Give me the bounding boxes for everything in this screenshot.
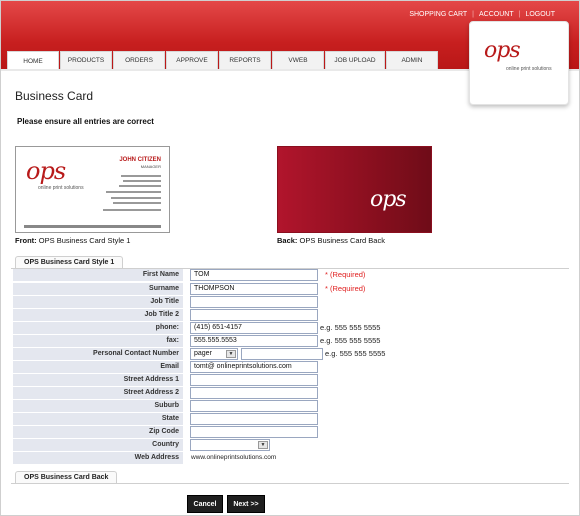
card-front-detail-line bbox=[103, 209, 161, 211]
street-1-input[interactable] bbox=[190, 374, 318, 386]
chevron-down-icon[interactable]: ▼ bbox=[258, 441, 268, 449]
card-front-detail-line bbox=[111, 197, 161, 199]
tab-products[interactable]: PRODUCTS bbox=[60, 51, 112, 69]
suburb-input[interactable] bbox=[190, 400, 318, 412]
personal-contact-example: e.g. 555 555 5555 bbox=[325, 349, 386, 358]
form-row-state: State bbox=[13, 413, 569, 425]
state-input[interactable] bbox=[190, 413, 318, 425]
form-row-surname: Surname THOMPSON * (Required) bbox=[13, 283, 569, 295]
form-row-street-1: Street Address 1 bbox=[13, 374, 569, 386]
job-title-input[interactable] bbox=[190, 296, 318, 308]
form-row-job-title-2: Job Title 2 bbox=[13, 309, 569, 321]
front-caption-prefix: Front: bbox=[15, 236, 37, 245]
card-front-footer-line bbox=[24, 225, 161, 228]
first-name-label: First Name bbox=[13, 269, 183, 281]
form-row-suburb: Suburb bbox=[13, 400, 569, 412]
form-row-street-2: Street Address 2 bbox=[13, 387, 569, 399]
card-front-logo: ops bbox=[26, 157, 66, 185]
tab-vweb[interactable]: VWEB bbox=[272, 51, 324, 69]
zip-label: Zip Code bbox=[13, 426, 183, 438]
web-address-label: Web Address bbox=[13, 452, 183, 464]
card-front-title: MANAGER bbox=[140, 164, 161, 169]
back-caption: Back: OPS Business Card Back bbox=[277, 236, 385, 245]
page-frame: SHOPPING CART | ACCOUNT | LOGOUT HOME PRODUC… bbox=[0, 0, 580, 516]
job-title-2-label: Job Title 2 bbox=[13, 309, 183, 321]
back-caption-prefix: Back: bbox=[277, 236, 298, 245]
surname-label: Surname bbox=[13, 283, 183, 295]
email-input[interactable]: tomt@ onlineprintsolutions.com bbox=[190, 361, 318, 373]
next-button[interactable]: Next >> bbox=[227, 495, 265, 513]
logo-mark: ops bbox=[484, 38, 521, 63]
fax-label: fax: bbox=[13, 335, 183, 347]
card-front-name: JOHN CITIZEN bbox=[119, 157, 161, 163]
personal-contact-label: Personal Contact Number bbox=[13, 348, 183, 360]
tab-admin[interactable]: ADMIN bbox=[386, 51, 438, 69]
first-name-input[interactable]: TOM bbox=[190, 269, 318, 281]
form-row-fax: fax: 555.555.5553 e.g. 555 555 5555 bbox=[13, 335, 569, 347]
section-tab-card-back[interactable]: OPS Business Card Back bbox=[15, 471, 118, 483]
business-card-back-preview: ops bbox=[277, 146, 432, 233]
form-row-first-name: First Name TOM * (Required) bbox=[13, 269, 569, 281]
shopping-cart-link[interactable]: SHOPPING CART bbox=[409, 11, 467, 18]
tab-job-upload[interactable]: JOB UPLOAD bbox=[325, 51, 385, 69]
front-caption-text: OPS Business Card Style 1 bbox=[38, 236, 131, 245]
job-title-2-input[interactable] bbox=[190, 309, 318, 321]
account-links: SHOPPING CART | ACCOUNT | LOGOUT bbox=[409, 11, 555, 18]
tab-orders[interactable]: ORDERS bbox=[113, 51, 165, 69]
country-select[interactable]: ▼ bbox=[190, 439, 270, 451]
web-address-value: www.onlineprintsolutions.com bbox=[191, 454, 277, 461]
phone-example: e.g. 555 555 5555 bbox=[320, 323, 381, 332]
zip-input[interactable] bbox=[190, 426, 318, 438]
form-row-email: Email tomt@ onlineprintsolutions.com bbox=[13, 361, 569, 373]
logout-link[interactable]: LOGOUT bbox=[525, 11, 555, 18]
first-name-required: * (Required) bbox=[325, 270, 366, 279]
country-label: Country bbox=[13, 439, 183, 451]
business-card-front-preview: ops online print solutions JOHN CITIZEN … bbox=[15, 146, 170, 233]
form-row-country: Country ▼ bbox=[13, 439, 569, 451]
card-front-detail-line bbox=[123, 180, 161, 182]
phone-label: phone: bbox=[13, 322, 183, 334]
account-link[interactable]: ACCOUNT bbox=[479, 11, 514, 18]
card-front-detail-line bbox=[119, 185, 161, 187]
state-label: State bbox=[13, 413, 183, 425]
front-caption: Front: OPS Business Card Style 1 bbox=[15, 236, 130, 245]
personal-contact-input[interactable] bbox=[241, 348, 323, 360]
card-front-detail-line bbox=[106, 191, 161, 193]
email-label: Email bbox=[13, 361, 183, 373]
tab-reports[interactable]: REPORTS bbox=[219, 51, 271, 69]
form-row-phone: phone: (415) 651-4157 e.g. 555 555 5555 bbox=[13, 322, 569, 334]
job-title-label: Job Title bbox=[13, 296, 183, 308]
contact-type-select[interactable]: pager ▼ bbox=[190, 348, 238, 360]
main-nav: HOME PRODUCTS ORDERS APPROVE REPORTS VWE… bbox=[7, 51, 439, 71]
section-tab-style-1[interactable]: OPS Business Card Style 1 bbox=[15, 256, 124, 268]
fax-example: e.g. 555 555 5555 bbox=[320, 336, 381, 345]
form-row-zip: Zip Code bbox=[13, 426, 569, 438]
street-2-label: Street Address 2 bbox=[13, 387, 183, 399]
tab-approve[interactable]: APPROVE bbox=[166, 51, 218, 69]
back-caption-text: OPS Business Card Back bbox=[299, 236, 385, 245]
card-front-detail-line bbox=[121, 175, 161, 177]
contact-type-value: pager bbox=[194, 350, 212, 357]
card-back-logo: ops bbox=[370, 187, 407, 212]
section-divider bbox=[11, 483, 569, 484]
tab-home[interactable]: HOME bbox=[7, 51, 59, 71]
chevron-down-icon[interactable]: ▼ bbox=[226, 350, 236, 358]
cancel-button[interactable]: Cancel bbox=[187, 495, 223, 513]
page-title: Business Card bbox=[15, 89, 94, 103]
page-subtitle: Please ensure all entries are correct bbox=[17, 117, 154, 126]
brand-logo[interactable]: ops online print solutions bbox=[469, 21, 569, 105]
phone-input[interactable]: (415) 651-4157 bbox=[190, 322, 318, 334]
form-row-personal-contact: Personal Contact Number pager ▼ e.g. 555… bbox=[13, 348, 569, 360]
surname-required: * (Required) bbox=[325, 284, 366, 293]
surname-input[interactable]: THOMPSON bbox=[190, 283, 318, 295]
card-front-tagline: online print solutions bbox=[38, 185, 84, 191]
street-2-input[interactable] bbox=[190, 387, 318, 399]
logo-tagline: online print solutions bbox=[506, 66, 552, 72]
fax-input[interactable]: 555.555.5553 bbox=[190, 335, 318, 347]
form-row-job-title: Job Title bbox=[13, 296, 569, 308]
form-row-web-address: Web Address www.onlineprintsolutions.com bbox=[13, 452, 569, 464]
suburb-label: Suburb bbox=[13, 400, 183, 412]
street-1-label: Street Address 1 bbox=[13, 374, 183, 386]
card-front-detail-line bbox=[113, 202, 161, 204]
